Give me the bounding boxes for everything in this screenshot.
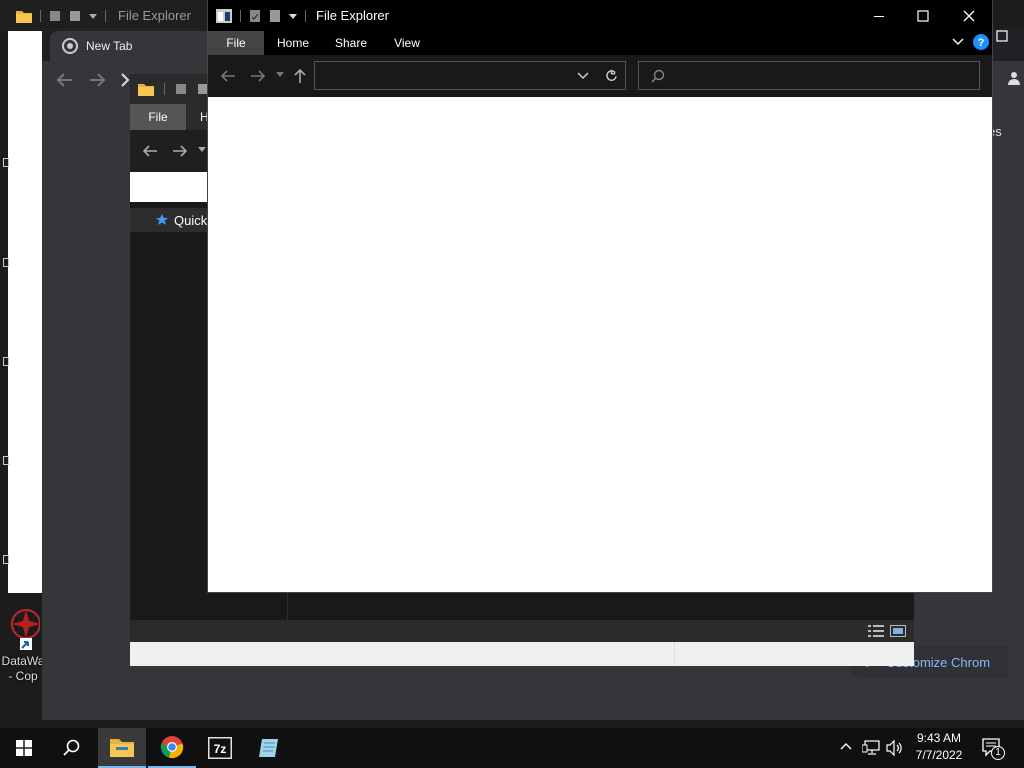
refresh-icon[interactable] — [605, 69, 618, 82]
taskbar-7zip-button[interactable]: 7z — [196, 728, 244, 768]
back-icon[interactable] — [56, 71, 74, 89]
action-center-button[interactable]: 1 — [982, 738, 1008, 760]
properties-icon[interactable] — [249, 9, 261, 23]
reload-icon[interactable] — [120, 73, 130, 87]
search-button[interactable] — [48, 728, 96, 768]
desktop-item-marker[interactable] — [3, 456, 9, 465]
forward-icon[interactable] — [172, 144, 188, 158]
separator — [240, 9, 241, 22]
maximize-button[interactable] — [900, 0, 946, 31]
ribbon-tab-share[interactable]: Share — [328, 31, 374, 55]
ribbon-tab-file[interactable]: File — [208, 31, 264, 55]
start-button[interactable] — [0, 728, 48, 768]
new-folder-icon[interactable] — [69, 10, 81, 22]
nav-item-label: Quick — [174, 212, 208, 228]
desktop-icon-label: DataWa — [1, 654, 45, 668]
background-window-strip — [8, 31, 42, 593]
forward-icon[interactable] — [250, 69, 266, 83]
close-button[interactable] — [946, 0, 992, 31]
svg-text:?: ? — [978, 37, 985, 49]
taskbar-chrome-button[interactable] — [148, 728, 196, 768]
network-icon[interactable] — [862, 740, 880, 756]
star-icon — [156, 214, 168, 226]
desktop-icon-datawarrior[interactable]: DataWa - Cop — [0, 600, 46, 690]
separator — [40, 9, 41, 22]
search-box[interactable] — [638, 61, 980, 90]
dropdown-icon[interactable] — [89, 12, 97, 20]
front-explorer-navbar — [208, 55, 992, 97]
clock-date: 7/7/2022 — [915, 748, 963, 762]
recent-dropdown-icon[interactable] — [198, 147, 206, 153]
datawarrior-icon — [6, 604, 40, 652]
taskbar: 7z 9:43 AM 7/7/2022 1 — [0, 728, 1024, 768]
explorer-app-icon — [216, 8, 232, 23]
show-hidden-icons-icon[interactable] — [840, 742, 852, 750]
expand-ribbon-icon[interactable] — [952, 38, 964, 46]
separator — [305, 9, 306, 22]
up-icon[interactable] — [293, 68, 307, 84]
middle-explorer-bottom-panel — [130, 642, 914, 666]
address-bar[interactable] — [314, 61, 626, 90]
back-icon[interactable] — [220, 69, 236, 83]
explorer-window-front[interactable]: File Explorer File Home Share View ? — [208, 0, 992, 592]
window-title: File Explorer — [118, 8, 191, 23]
properties-icon[interactable] — [49, 10, 61, 22]
taskbar-file-explorer-button[interactable] — [98, 728, 146, 768]
tab-title: New Tab — [86, 39, 133, 53]
forward-icon[interactable] — [88, 71, 106, 89]
clock-time: 9:43 AM — [916, 731, 962, 745]
ribbon-tab-file[interactable]: File — [130, 104, 186, 130]
properties-icon[interactable] — [175, 83, 187, 95]
folder-icon — [16, 9, 32, 23]
back-icon[interactable] — [142, 144, 158, 158]
new-folder-icon[interactable] — [269, 9, 281, 23]
profile-icon[interactable] — [1006, 70, 1024, 92]
taskbar-notepad-app-button[interactable] — [246, 728, 294, 768]
folder-icon — [138, 82, 154, 96]
large-icons-view-icon[interactable] — [890, 624, 906, 638]
system-clock[interactable]: 9:43 AM 7/7/2022 — [906, 730, 972, 766]
volume-icon[interactable] — [886, 740, 904, 756]
desktop-item-marker[interactable] — [3, 258, 9, 267]
desktop-icon-label: - Cop — [8, 669, 38, 683]
separator — [164, 83, 165, 95]
separator — [105, 9, 106, 22]
minimize-button[interactable] — [856, 0, 902, 31]
desktop-item-marker[interactable] — [3, 555, 9, 564]
maximize-icon[interactable] — [996, 30, 1008, 42]
status-bar — [130, 620, 914, 642]
window-title: File Explorer — [316, 8, 389, 23]
details-view-icon[interactable] — [868, 624, 884, 638]
file-list-area[interactable] — [208, 97, 992, 592]
help-icon[interactable]: ? — [973, 34, 989, 50]
address-dropdown-icon[interactable] — [577, 72, 589, 80]
background-explorer-titlebar[interactable]: File Explorer — [0, 0, 210, 31]
front-explorer-ribbon: File Home Share View ? — [208, 31, 992, 55]
ribbon-tab-home[interactable]: Home — [270, 31, 316, 55]
chrome-favicon-icon — [62, 38, 78, 54]
notification-badge: 1 — [991, 746, 1005, 760]
search-icon — [651, 69, 665, 83]
desktop-item-marker[interactable] — [3, 357, 9, 366]
desktop-item-marker[interactable] — [3, 158, 9, 167]
svg-text:7z: 7z — [214, 742, 227, 756]
ribbon-tab-view[interactable]: View — [384, 31, 430, 55]
dropdown-icon[interactable] — [289, 12, 297, 20]
recent-dropdown-icon[interactable] — [276, 72, 284, 78]
